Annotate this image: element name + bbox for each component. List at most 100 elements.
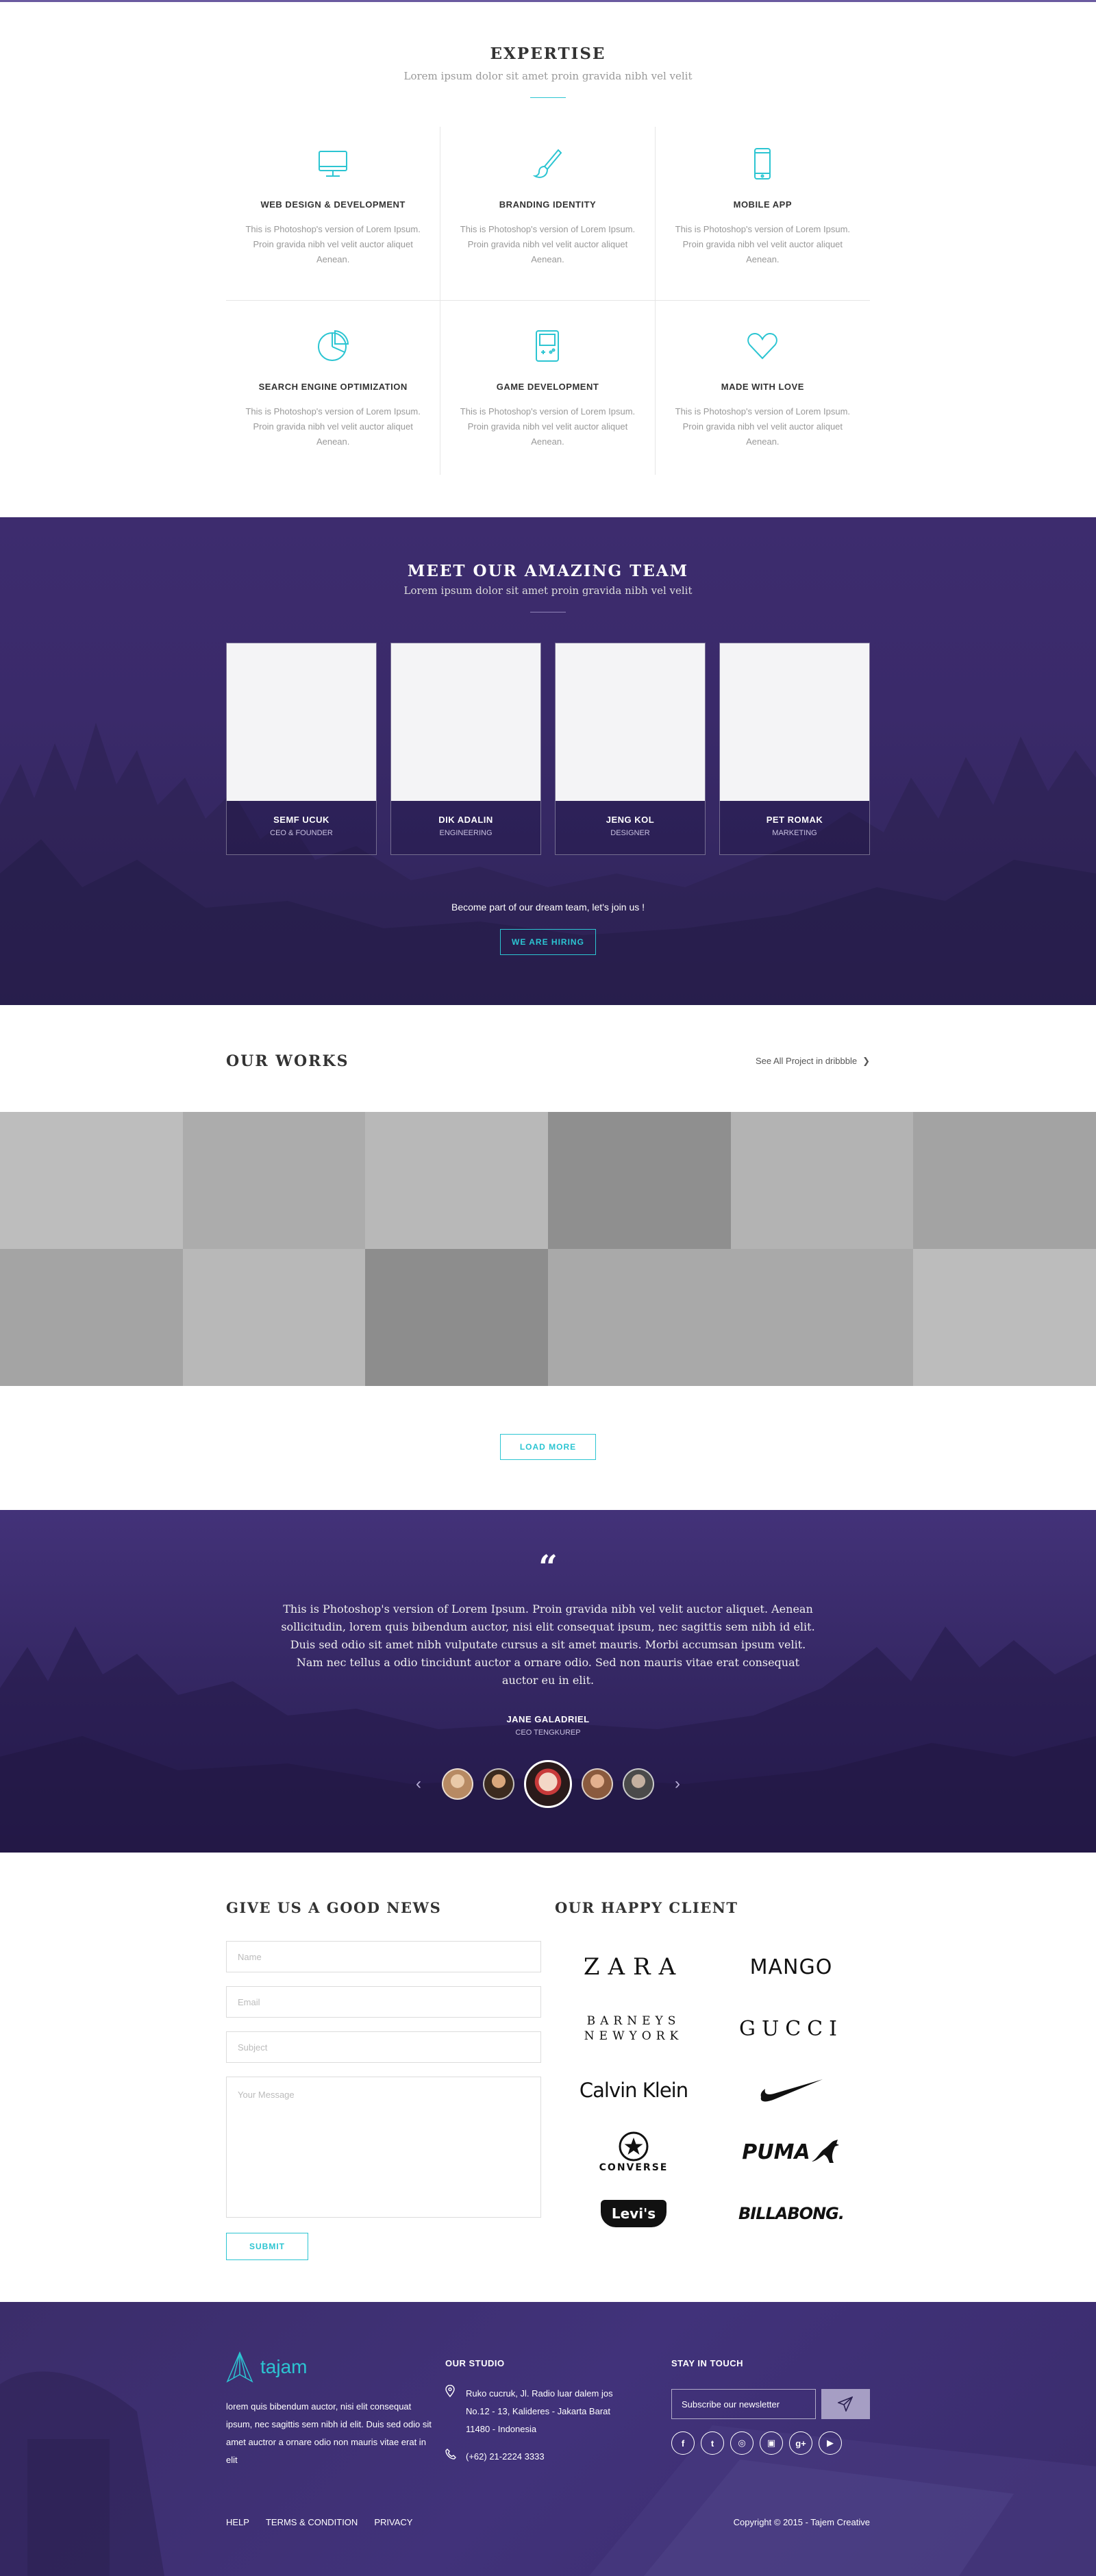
work-thumbnail[interactable] [182, 1112, 366, 1249]
contact-form-column: GIVE US A GOOD NEWS SUBMIT [226, 1899, 541, 2260]
member-role: DESIGNER [610, 829, 650, 837]
brush-icon [533, 149, 562, 178]
nike-logo [712, 2061, 870, 2119]
brand-logo[interactable]: tajam [226, 2351, 445, 2383]
client-logos: ZARA MANGO BARNEYS NEWYORK GUCCI Calvin K… [555, 1938, 870, 2242]
we-are-hiring-button[interactable]: WE ARE HIRING [500, 929, 596, 955]
zara-logo: ZARA [583, 1953, 684, 1981]
billabong-logo: BILLABONG. [738, 2204, 845, 2223]
member-photo [227, 643, 376, 801]
footer: tajam lorem quis bibendum auctor, nisi e… [0, 2302, 1096, 2576]
work-thumbnail[interactable] [365, 1112, 548, 1249]
google-plus-icon[interactable]: g+ [789, 2431, 812, 2455]
newsletter-form [671, 2389, 870, 2419]
footer-about: tajam lorem quis bibendum auctor, nisi e… [226, 2351, 445, 2469]
expertise-desc: This is Photoshop's version of Lorem Ips… [245, 406, 421, 447]
expertise-item: MOBILE APP This is Photoshop's version o… [655, 127, 870, 301]
work-thumbnail[interactable] [0, 1112, 183, 1249]
footer-bottom: HELP TERMS & CONDITION PRIVACY Copyright… [226, 2517, 870, 2527]
barneys-line-2: NEWYORK [584, 2029, 684, 2043]
expertise-item: BRANDING IDENTITY This is Photoshop's ve… [440, 127, 656, 301]
facebook-icon[interactable]: f [671, 2431, 695, 2455]
terms-link[interactable]: TERMS & CONDITION [266, 2517, 358, 2527]
quote-icon: “ [538, 1548, 558, 1587]
work-thumbnail[interactable] [547, 1249, 731, 1386]
testimonial-author: JANE GALADRIEL [506, 1714, 590, 1724]
team-member-card[interactable]: PET ROMAK MARKETING [719, 643, 870, 855]
work-thumbnail[interactable] [913, 1249, 1096, 1386]
twitter-icon[interactable]: t [701, 2431, 724, 2455]
avatar[interactable] [623, 1768, 654, 1800]
contact-title: GIVE US A GOOD NEWS [226, 1899, 442, 1916]
work-thumbnail[interactable] [547, 1112, 731, 1249]
levis-logo: Levi's [555, 2185, 712, 2242]
avatar[interactable] [483, 1768, 514, 1800]
submit-button[interactable]: SUBMIT [226, 2233, 308, 2260]
team-member-card[interactable]: SEMF UCUK CEO & FOUNDER [226, 643, 377, 855]
privacy-link[interactable]: PRIVACY [374, 2517, 412, 2527]
works-title: OUR WORKS [226, 1052, 349, 1070]
subject-field[interactable] [226, 2031, 541, 2063]
chevron-left-icon[interactable]: ‹ [416, 1774, 421, 1794]
expertise-name: GAME DEVELOPMENT [496, 382, 599, 392]
expertise-name: WEB DESIGN & DEVELOPMENT [260, 199, 406, 210]
youtube-icon[interactable]: ▶ [819, 2431, 842, 2455]
message-field[interactable] [226, 2077, 541, 2218]
dribbble-projects-link[interactable]: See All Project in dribbble ❯ [756, 1056, 870, 1067]
team-member-card[interactable]: JENG KOL DESIGNER [555, 643, 706, 855]
expertise-subtitle: Lorem ipsum dolor sit amet proin gravida… [403, 70, 693, 82]
expertise-desc: This is Photoshop's version of Lorem Ips… [675, 406, 851, 447]
testimonial-text: This is Photoshop's version of Lorem Ips… [281, 1602, 815, 1687]
expertise-desc: This is Photoshop's version of Lorem Ips… [460, 406, 636, 447]
footer-links: HELP TERMS & CONDITION PRIVACY [226, 2517, 412, 2527]
help-link[interactable]: HELP [226, 2517, 249, 2527]
work-thumbnail[interactable] [182, 1249, 366, 1386]
load-more-button[interactable]: LOAD MORE [500, 1434, 596, 1460]
member-name: SEMF UCUK [273, 815, 329, 825]
nike-swoosh-icon [760, 2079, 823, 2102]
chevron-right-icon[interactable]: › [675, 1774, 680, 1794]
member-role: MARKETING [772, 829, 817, 837]
puma-cat-icon [811, 2140, 839, 2163]
footer-about-text: lorem quis bibendum auctor, nisi elit co… [226, 2401, 432, 2465]
dribbble-link-label: See All Project in dribbble [755, 1056, 858, 1066]
newsletter-input[interactable] [671, 2389, 816, 2419]
expertise-desc: This is Photoshop's version of Lorem Ips… [460, 224, 636, 264]
member-photo [720, 643, 869, 801]
member-photo [391, 643, 540, 801]
stay-in-touch-title: STAY IN TOUCH [671, 2358, 743, 2368]
contact-client-section: GIVE US A GOOD NEWS SUBMIT OUR HAPPY CLI… [0, 1853, 1096, 2302]
avatar[interactable] [442, 1768, 473, 1800]
gucci-logo: GUCCI [738, 2016, 843, 2041]
contact-form: SUBMIT [226, 1941, 541, 2260]
avatar-active[interactable] [524, 1760, 572, 1808]
work-thumbnail[interactable] [730, 1249, 914, 1386]
dribbble-icon[interactable]: ◎ [730, 2431, 754, 2455]
newsletter-send-button[interactable] [821, 2389, 870, 2419]
studio-title: OUR STUDIO [445, 2358, 505, 2368]
team-member-card[interactable]: DIK ADALIN ENGINEERING [390, 643, 541, 855]
work-thumbnail[interactable] [0, 1249, 183, 1386]
work-thumbnail[interactable] [913, 1112, 1096, 1249]
work-thumbnail[interactable] [365, 1249, 548, 1386]
converse-star-icon [619, 2131, 649, 2162]
chevron-right-icon: ❯ [862, 1056, 870, 1066]
team-members: SEMF UCUK CEO & FOUNDER DIK ADALIN ENGIN… [226, 643, 870, 855]
send-icon [838, 2397, 854, 2412]
expertise-name: MADE WITH LOVE [721, 382, 804, 392]
expertise-desc: This is Photoshop's version of Lorem Ips… [245, 224, 421, 264]
member-name: PET ROMAK [766, 815, 823, 825]
converse-wordmark: CONVERSE [599, 2162, 669, 2173]
phone-line: (+62) 21-2224 3333 [445, 2448, 671, 2466]
name-field[interactable] [226, 1941, 541, 1972]
works-section: OUR WORKS See All Project in dribbble ❯ L… [0, 1005, 1096, 1510]
email-field[interactable] [226, 1986, 541, 2018]
avatar[interactable] [582, 1768, 613, 1800]
title-divider [530, 97, 566, 98]
expertise-section: EXPERTISE Lorem ipsum dolor sit amet pro… [0, 2, 1096, 517]
instagram-icon[interactable]: ▣ [760, 2431, 783, 2455]
address-text: Ruko cucruk, Jl. Radio luar dalem jos No… [466, 2388, 613, 2434]
expertise-item: GAME DEVELOPMENT This is Photoshop's ver… [440, 301, 656, 475]
work-thumbnail[interactable] [730, 1112, 914, 1249]
logo-text: tajam [260, 2356, 308, 2377]
